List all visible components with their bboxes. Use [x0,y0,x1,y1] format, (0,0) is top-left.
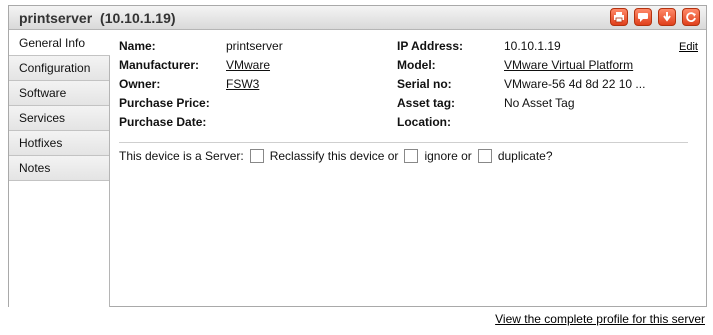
model-label: Model: [397,58,436,72]
owner-link[interactable]: FSW3 [226,77,259,91]
view-profile-link[interactable]: View the complete profile for this serve… [495,312,705,326]
tab-notes[interactable]: Notes [9,156,109,181]
tab-software[interactable]: Software [9,81,109,106]
print-icon[interactable] [610,8,628,26]
general-info-content: Edit Name: printserver Manufacturer: VMw… [119,31,704,307]
device-name: printserver [19,10,93,26]
device-ip: (10.10.1.19) [100,10,176,26]
tab-general-info[interactable]: General Info [9,31,110,56]
ignore-checkbox[interactable] [404,149,419,163]
divider [119,142,688,143]
server-classification-row: This device is a Server: Reclassify this… [119,149,553,163]
ip-address-label: IP Address: [397,39,464,53]
ignore-label: ignore or [424,149,472,163]
model-link[interactable]: VMware Virtual Platform [504,58,633,72]
refresh-icon[interactable] [682,8,700,26]
serial-no-label: Serial no: [397,77,452,91]
server-checkbox[interactable] [249,149,264,163]
location-label: Location: [397,115,451,129]
asset-tag-value: No Asset Tag [504,96,575,110]
purchase-price-label: Purchase Price: [119,96,210,110]
name-value: printserver [226,39,283,53]
page-title: printserver (10.10.1.19) [19,10,176,26]
download-icon[interactable] [658,8,676,26]
manufacturer-link[interactable]: VMware [226,58,270,72]
duplicate-checkbox[interactable] [477,149,492,163]
ip-address-value: 10.10.1.19 [504,39,561,53]
tab-services[interactable]: Services [9,106,109,131]
asset-tag-label: Asset tag: [397,96,456,110]
duplicate-label: duplicate? [497,149,553,163]
reclassify-label: Reclassify this device or [269,149,399,163]
is-server-label: This device is a Server: [119,149,244,163]
purchase-date-label: Purchase Date: [119,115,207,129]
comment-icon[interactable] [634,8,652,26]
manufacturer-label: Manufacturer: [119,58,200,72]
panel-header: printserver (10.10.1.19) [9,6,706,30]
device-panel: printserver (10.10.1.19) General Info Co… [8,5,707,307]
edit-link[interactable]: Edit [679,41,698,53]
serial-no-value: VMware-56 4d 8d 22 10 ... [504,77,646,91]
owner-label: Owner: [119,77,161,91]
name-label: Name: [119,39,156,53]
header-actions [610,8,700,26]
tab-hotfixes[interactable]: Hotfixes [9,131,109,156]
tab-configuration[interactable]: Configuration [9,56,109,81]
sidebar: General Info Configuration Software Serv… [9,31,110,307]
